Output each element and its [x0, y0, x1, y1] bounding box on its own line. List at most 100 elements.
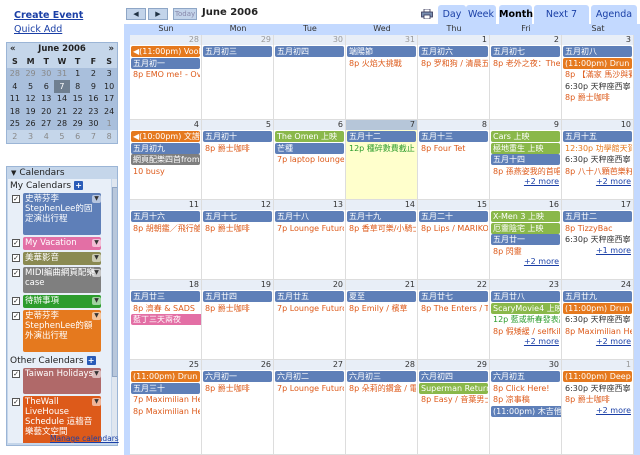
calendar-dropdown-icon[interactable]: ▼ [92, 254, 101, 262]
calendar-checkbox[interactable]: ✓ [12, 254, 20, 262]
day-number[interactable]: 29 [477, 360, 487, 369]
day-cell[interactable]: 14 五月十九 8p 香草可樂/小騎士 [346, 200, 418, 280]
day-number[interactable]: 31 [405, 35, 415, 44]
event-entry[interactable]: 8p 濟春 & SADS [131, 303, 200, 314]
day-number[interactable]: 15 [477, 200, 487, 209]
collapse-triangle-icon[interactable]: ▼ [11, 169, 16, 177]
day-number[interactable]: 24 [621, 280, 631, 289]
mini-day[interactable]: 1 [101, 117, 117, 130]
day-cell[interactable]: 25 (11:00pm) Drun 五月三十 7p Maximilian Hec 8p … [130, 360, 202, 455]
event-chip[interactable]: 五月十八 [275, 211, 344, 222]
event-entry[interactable]: 12p 藍或新春發表記 [491, 314, 560, 325]
event-entry[interactable]: 8p Lips / MARIKO [419, 223, 488, 234]
day-number[interactable]: 8 [482, 120, 487, 129]
day-cell[interactable]: 11 五月十六 8p 胡朝鑑／飛行艙 [130, 200, 202, 280]
event-entry[interactable]: 7p laptop lounge [275, 154, 344, 165]
view-tab-agenda[interactable]: Agenda [591, 5, 637, 24]
day-cell[interactable]: 30 五月初四 [274, 35, 346, 120]
event-chip[interactable]: 芒種 [275, 142, 344, 154]
event-chip[interactable]: 五月十五 [563, 131, 632, 142]
mini-day[interactable]: 5 [22, 80, 39, 93]
event-entry[interactable]: 10 busy [131, 166, 200, 177]
calendar-item[interactable]: ✓ MIDI編曲網頁配樂case ▼ [8, 267, 111, 294]
event-chip[interactable]: 五月初九 [131, 142, 200, 154]
calendar-item[interactable]: ✓ Taiwan Holidays ▼ [8, 368, 111, 395]
calendar-item[interactable]: ✓ 美華影音 ▼ [8, 252, 111, 266]
event-chip[interactable]: 六月初二 [275, 371, 344, 382]
mini-day[interactable]: 5 [54, 130, 70, 143]
mini-day[interactable]: 2 [7, 130, 23, 143]
calendar-checkbox[interactable]: ✓ [12, 269, 20, 277]
event-chip[interactable]: The Omen 上映 [275, 131, 344, 142]
event-entry[interactable]: 8p 胡朝鑑／飛行艙 [131, 223, 200, 234]
calendar-checkbox[interactable]: ✓ [12, 398, 20, 406]
event-chip[interactable]: 五月十三 [419, 131, 488, 142]
event-chip[interactable]: 藍丁三天兩夜 [131, 314, 201, 325]
mini-day[interactable]: 8 [101, 130, 117, 143]
calendar-item[interactable]: ✓ 史蒂芬李 StephenLee的固定演出行程 ▼ [8, 193, 111, 236]
mini-day[interactable]: 6 [70, 130, 86, 143]
day-number[interactable]: 16 [549, 200, 559, 209]
event-entry[interactable]: 8p 老外之夜：The [491, 58, 560, 69]
event-chip[interactable]: ScaryMovie4 上映 [491, 302, 560, 314]
mini-day[interactable]: 3 [101, 67, 117, 80]
event-entry[interactable]: 8p The Enters / T [419, 303, 488, 314]
event-chip[interactable]: 五月初十 [203, 131, 272, 142]
event-chip[interactable]: 五月廿三 [131, 291, 200, 302]
day-number[interactable]: 21 [405, 280, 415, 289]
mini-day[interactable]: 29 [22, 67, 39, 80]
calendar-label[interactable]: 史蒂芬李 StephenLee的固定演出行程 [23, 193, 101, 235]
event-chip[interactable]: 夏至 [347, 291, 416, 302]
day-number[interactable]: 28 [189, 35, 199, 44]
calendar-item[interactable]: ✓ 待辦事項 ▼ [8, 295, 111, 309]
event-chip[interactable]: 極地重生 上映 [491, 142, 560, 154]
calendar-label[interactable]: My Vacation [23, 237, 101, 250]
mini-day[interactable]: 19 [22, 105, 39, 118]
event-entry[interactable]: 6:30p 天秤座西寧 [563, 314, 632, 325]
day-cell[interactable]: 20 五月廿五 7p Lounge Futuro [274, 280, 346, 360]
mini-day[interactable]: 27 [38, 117, 55, 130]
event-chip[interactable]: 網頁配樂四首from [131, 154, 200, 165]
mini-day[interactable]: 13 [38, 92, 55, 105]
event-entry[interactable]: 8p 凉事稿 [491, 394, 560, 405]
event-chip[interactable]: 五月十九 [347, 211, 416, 222]
day-cell[interactable]: 1 五月初六8p 罗和狗 / 清晨五點 [418, 35, 490, 120]
day-cell[interactable]: 28 ◀(11:00pm) VooD 五月初一 8p EMO me! - Ove [130, 35, 202, 120]
mini-day[interactable]: 9 [85, 80, 102, 93]
event-chip[interactable]: 五月廿八 [491, 291, 560, 302]
next-button[interactable]: ▶ [148, 8, 168, 20]
day-cell[interactable]: 24 五月廿九 (11:00pm) Drun 6:30p 天秤座西寧 8p Maximi… [562, 280, 634, 360]
view-tab-day[interactable]: Day [438, 5, 466, 24]
mini-prev-icon[interactable]: « [10, 44, 16, 54]
day-cell[interactable]: 28 六月初三 8p 朵莉的鑽盒 / 電 [346, 360, 418, 455]
event-chip[interactable]: ◀(11:00pm) VooD [131, 46, 200, 57]
event-entry[interactable]: 8p Easy / 音葉男士 [419, 394, 488, 405]
event-chip[interactable]: 五月初六 [419, 46, 488, 57]
mini-day[interactable]: 30 [85, 117, 102, 130]
day-cell[interactable]: 12 五月十七 8p 爵士咖啡 [202, 200, 274, 280]
event-chip[interactable]: 六月初一 [203, 371, 272, 382]
event-entry[interactable]: 8p 八十八顆芭樂籽 [563, 166, 632, 177]
day-number[interactable]: 29 [261, 35, 271, 44]
more-events-link[interactable]: +2 more [596, 406, 631, 416]
mini-day[interactable]: 15 [69, 92, 86, 105]
calendar-dropdown-icon[interactable]: ▼ [92, 370, 101, 378]
calendar-dropdown-icon[interactable]: ▼ [92, 297, 101, 305]
mini-day[interactable]: 1 [69, 67, 86, 80]
day-number[interactable]: 7 [410, 120, 415, 129]
event-chip[interactable]: (11:00pm) Deep [563, 371, 632, 382]
day-cell[interactable]: 18 五月廿三 8p 濟春 & SADS 藍丁三天兩夜 [130, 280, 202, 360]
calendar-label[interactable]: 史蒂芬李 StephenLee的額外演出行程 [23, 310, 101, 352]
more-events-link[interactable]: +2 more [524, 337, 559, 347]
day-cell[interactable]: 26 六月初一 8p 爵士咖啡 [202, 360, 274, 455]
mini-day[interactable]: 23 [85, 105, 102, 118]
event-entry[interactable]: 8p 孫燕姿我的首唱 [491, 166, 560, 177]
event-entry[interactable]: 8p 爵士咖啡 [203, 223, 272, 234]
day-number[interactable]: 5 [266, 120, 271, 129]
day-number[interactable]: 30 [549, 360, 559, 369]
day-cell[interactable]: 16 X-Men 3 上映 厄靈陰宅 上映 五月廿一 8p 閃靈 +2 more [490, 200, 562, 280]
day-number[interactable]: 19 [261, 280, 271, 289]
day-number[interactable]: 3 [626, 35, 631, 44]
day-number[interactable]: 30 [333, 35, 343, 44]
day-number[interactable]: 22 [477, 280, 487, 289]
